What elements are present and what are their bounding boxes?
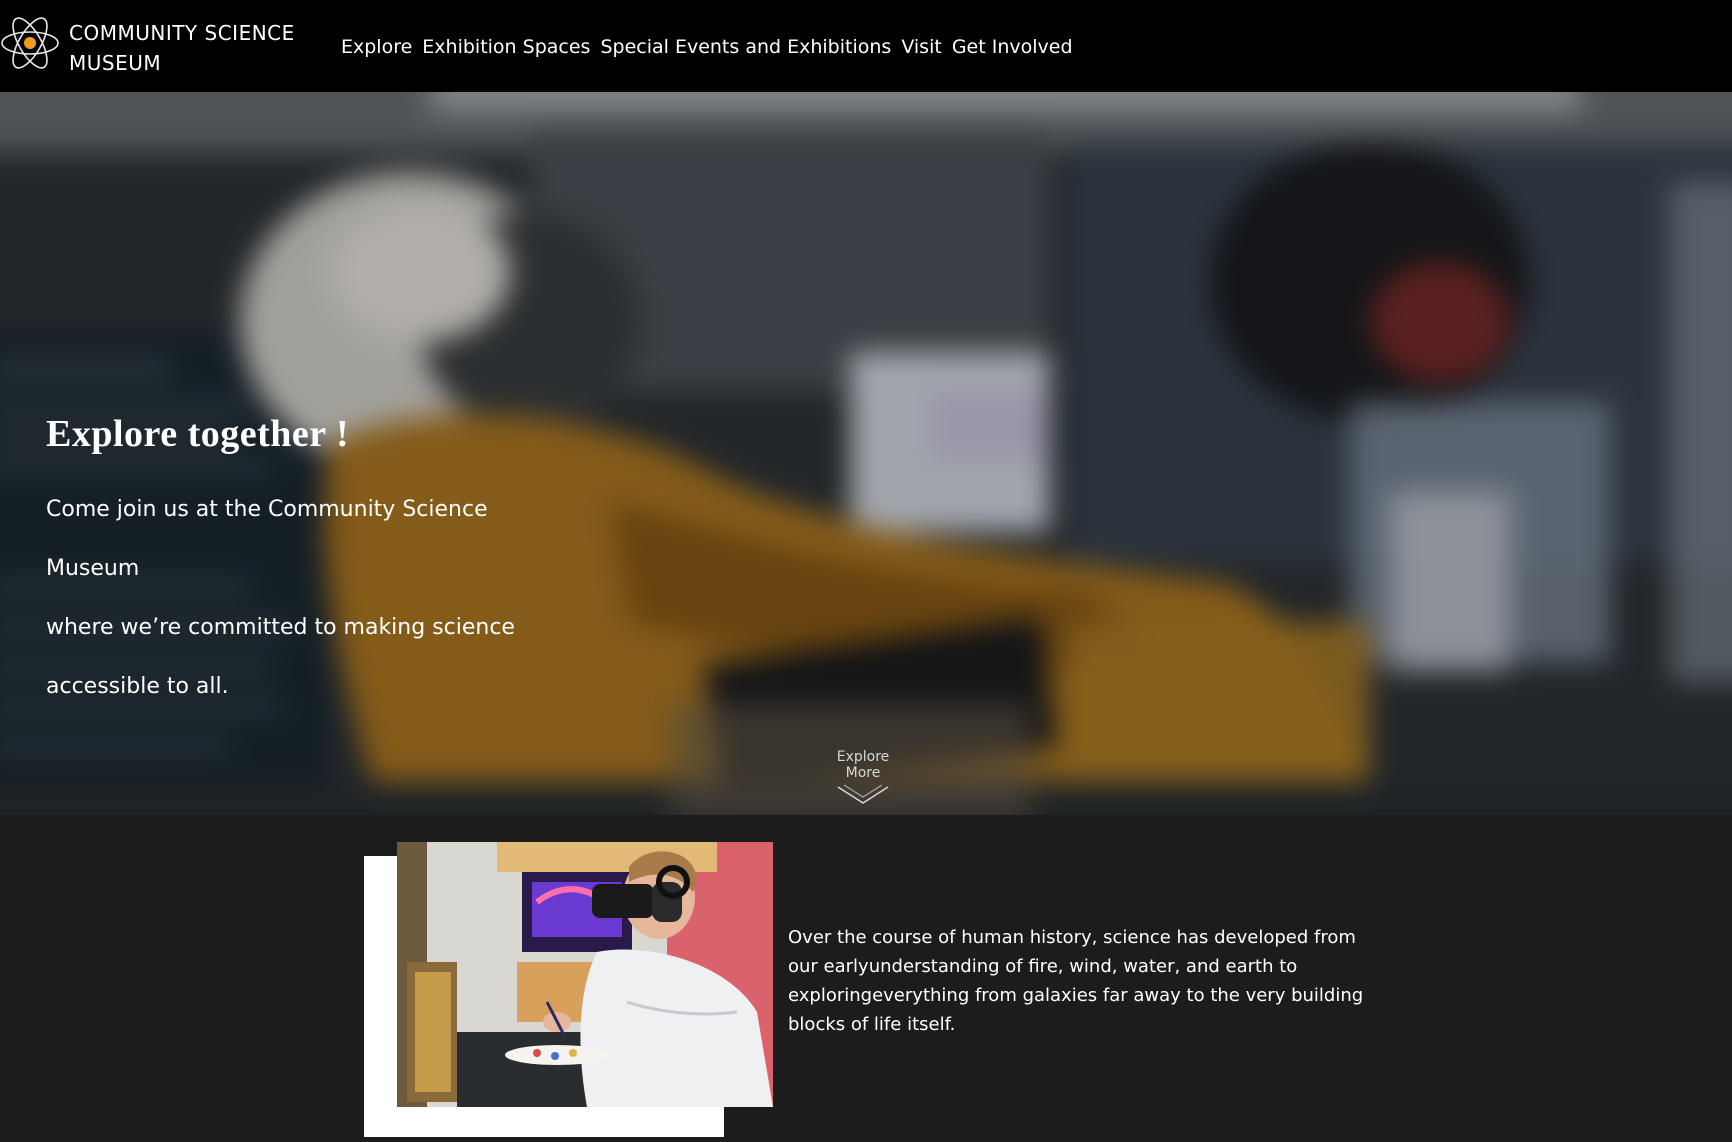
hero-title: Explore together !	[46, 413, 350, 455]
brand-name[interactable]: COMMUNITY SCIENCE MUSEUM	[69, 18, 295, 78]
explore-more-button[interactable]: Explore More	[818, 749, 908, 807]
main-nav: Explore Exhibition Spaces Special Events…	[341, 36, 1073, 58]
brand-line-1: COMMUNITY SCIENCE	[69, 21, 295, 45]
hero-description-line-2: where we’re committed to making science	[46, 615, 515, 640]
site-header: COMMUNITY SCIENCE MUSEUM Explore Exhibit…	[0, 0, 1732, 92]
vr-headset-painter-photo	[397, 842, 773, 1107]
nav-exhibition-spaces[interactable]: Exhibition Spaces	[422, 36, 590, 58]
explore-more-label: Explore More	[836, 749, 890, 781]
hero-description-line-3: accessible to all.	[46, 674, 229, 699]
nav-special-events[interactable]: Special Events and Exhibitions	[600, 36, 891, 58]
nav-explore[interactable]: Explore	[341, 36, 412, 58]
about-section: Over the course of human history, scienc…	[0, 815, 1732, 1142]
hero-content: Explore together ! Come join us at the C…	[46, 412, 586, 716]
brand-line-2: MUSEUM	[69, 51, 162, 75]
nav-visit[interactable]: Visit	[901, 36, 942, 58]
hero-description: Come join us at the Community Science Mu…	[46, 480, 586, 716]
about-text: Over the course of human history, scienc…	[788, 927, 1364, 1035]
nav-get-involved[interactable]: Get Involved	[952, 36, 1073, 58]
hero-description-line-1: Come join us at the Community Science Mu…	[46, 497, 488, 581]
chevron-down-icon	[837, 784, 889, 804]
atom-icon[interactable]	[0, 12, 60, 74]
photo-illustration	[397, 842, 773, 1107]
hero-section: Explore together ! Come join us at the C…	[0, 92, 1732, 815]
